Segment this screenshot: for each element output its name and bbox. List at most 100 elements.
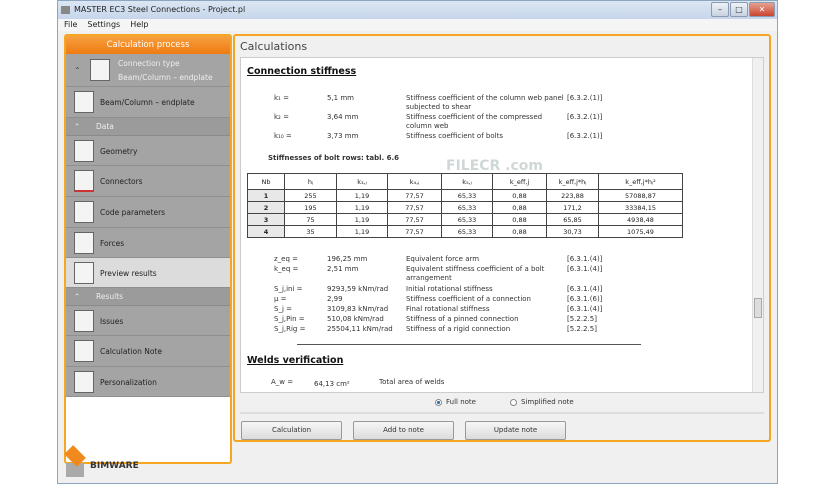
table-cell: 255 bbox=[284, 189, 337, 202]
result-description: Stiffness of a pinned connection bbox=[406, 315, 519, 323]
result-description: Stiffness coefficient of a connection bbox=[406, 295, 531, 303]
sidebar-item-personalization[interactable]: Personalization bbox=[66, 367, 230, 397]
calculation-document[interactable]: Connection stiffness k₁ = 5,1 mm Stiffness… bbox=[240, 57, 764, 393]
column-header: k_eff,j*hⱼ bbox=[546, 173, 599, 190]
personalization-icon bbox=[74, 371, 94, 393]
result-description: Final rotational stiffness bbox=[406, 305, 490, 313]
column-header: hⱼ bbox=[284, 173, 337, 190]
table-cell: 1,19 bbox=[336, 189, 388, 202]
bolt-rows-label: Stiffnesses of bolt rows: bbox=[268, 154, 364, 162]
note-icon bbox=[74, 340, 94, 362]
code-parameters-icon bbox=[74, 201, 94, 223]
coefficient-symbol: k₁ = bbox=[274, 94, 289, 102]
connection-type-item[interactable]: ⌃ Connection type Beam/Column – endplate bbox=[66, 54, 230, 87]
app-window: MASTER EC3 Steel Connections - Project.p… bbox=[57, 0, 778, 484]
coefficient-value: 3,73 mm bbox=[327, 132, 359, 140]
table-cell: 0,88 bbox=[492, 189, 547, 202]
section-results[interactable]: ⌃ Results bbox=[66, 288, 230, 306]
minimize-button[interactable]: – bbox=[711, 2, 729, 17]
panel-title: Calculations bbox=[240, 40, 308, 53]
table-cell: 195 bbox=[284, 201, 337, 214]
coefficient-reference: [6.3.2.(1)] bbox=[567, 132, 603, 140]
calculation-process-panel: Calculation process ⌃ Connection type Be… bbox=[64, 34, 232, 464]
watermark: FILECR .com bbox=[446, 158, 544, 174]
column-header: Nb bbox=[247, 173, 285, 190]
sidebar-item-geometry[interactable]: Geometry bbox=[66, 136, 230, 166]
section-data[interactable]: ⌃ Data bbox=[66, 118, 230, 136]
table-cell: 1075,49 bbox=[598, 225, 683, 238]
section-label: Data bbox=[96, 122, 114, 131]
section-heading: Welds verification bbox=[247, 355, 344, 366]
result-value: 2,51 mm bbox=[327, 265, 359, 273]
result-value: 2,99 bbox=[327, 295, 343, 303]
table-cell: 77,57 bbox=[387, 189, 442, 202]
column-header: k_eff,j bbox=[492, 173, 547, 190]
bolt-rows-ref: tabl. 6.6 bbox=[366, 154, 399, 162]
close-button[interactable]: ✕ bbox=[749, 2, 775, 17]
document-icon bbox=[74, 262, 94, 284]
sidebar-item-connectors[interactable]: Connectors bbox=[66, 166, 230, 197]
sidebar-item-label: Beam/Column – endplate bbox=[100, 98, 195, 107]
table-cell: 0,88 bbox=[492, 213, 547, 226]
menu-settings[interactable]: Settings bbox=[87, 20, 120, 29]
table-cell: 57088,87 bbox=[598, 189, 683, 202]
menu-file[interactable]: File bbox=[64, 20, 77, 29]
weld-description: Total area of welds bbox=[379, 378, 445, 386]
coefficient-description: Stiffness coefficient of the column web … bbox=[406, 94, 564, 111]
endplate-icon bbox=[74, 91, 94, 113]
table-cell: 171,2 bbox=[546, 201, 599, 214]
result-symbol: z_eq = bbox=[274, 255, 299, 263]
column-header: k₃,ⱼ bbox=[336, 173, 388, 190]
result-reference: [5.2.2.5] bbox=[567, 315, 597, 323]
column-header: k₅,ⱼ bbox=[441, 173, 493, 190]
update-note-button[interactable]: Update note bbox=[465, 421, 566, 440]
collapse-icon[interactable]: ⌃ bbox=[74, 66, 81, 75]
connection-type-icon bbox=[90, 59, 110, 81]
sidebar-item-preview-results[interactable]: Preview results bbox=[66, 258, 230, 288]
coefficient-description: Stiffness coefficient of bolts bbox=[406, 132, 503, 140]
sidebar-item-calculation-note[interactable]: Calculation Note bbox=[66, 336, 230, 367]
table-cell: 223,88 bbox=[546, 189, 599, 202]
table-cell: 33384,15 bbox=[598, 201, 683, 214]
sidebar-item-forces[interactable]: Forces bbox=[66, 228, 230, 258]
simplified-note-radio[interactable]: Simplified note bbox=[510, 398, 574, 406]
result-symbol: S_j = bbox=[274, 305, 292, 313]
column-header: k₄,ⱼ bbox=[387, 173, 442, 190]
weld-value: 64,13 cm² bbox=[314, 380, 350, 388]
add-to-note-button[interactable]: Add to note bbox=[353, 421, 454, 440]
coefficient-description: Stiffness coefficient of the compressed … bbox=[406, 113, 543, 130]
table-cell: 77,57 bbox=[387, 225, 442, 238]
sidebar-item-issues[interactable]: Issues bbox=[66, 306, 230, 336]
menu-bar: File Settings Help bbox=[58, 19, 777, 31]
panel-header: Calculation process bbox=[66, 36, 230, 54]
issues-icon bbox=[74, 310, 94, 332]
collapse-icon: ⌃ bbox=[74, 122, 81, 131]
app-icon bbox=[61, 6, 70, 14]
table-row: 2 195 1,19 77,57 65,33 0,88 171,2 33384,15 bbox=[247, 201, 683, 214]
table-cell: 77,57 bbox=[387, 213, 442, 226]
table-cell: 3 bbox=[247, 213, 285, 226]
sidebar-item-label: Personalization bbox=[100, 378, 157, 387]
calculation-button[interactable]: Calculation bbox=[241, 421, 342, 440]
sidebar-item-label: Forces bbox=[100, 239, 125, 248]
table-cell: 1 bbox=[247, 189, 285, 202]
table-cell: 65,33 bbox=[441, 189, 493, 202]
result-value: 196,25 mm bbox=[327, 255, 368, 263]
sidebar-item-code-parameters[interactable]: Code parameters bbox=[66, 197, 230, 228]
coefficient-value: 3,64 mm bbox=[327, 113, 359, 121]
vertical-scrollbar[interactable] bbox=[752, 58, 763, 392]
full-note-radio[interactable]: Full note bbox=[435, 398, 476, 406]
table-cell: 0,88 bbox=[492, 201, 547, 214]
sidebar-item-label: Geometry bbox=[100, 147, 138, 156]
scrollbar-thumb[interactable] bbox=[754, 298, 762, 318]
maximize-button[interactable]: □ bbox=[730, 2, 748, 17]
radio-label: Simplified note bbox=[521, 398, 574, 406]
result-reference: [6.3.1.(6)] bbox=[567, 295, 603, 303]
result-value: 25504,11 kNm/rad bbox=[327, 325, 393, 333]
menu-help[interactable]: Help bbox=[130, 20, 148, 29]
sidebar-item-beam-column[interactable]: Beam/Column – endplate bbox=[66, 87, 230, 118]
connection-type-label: Connection type bbox=[118, 59, 180, 68]
logo-text: BIMWARE bbox=[90, 461, 139, 471]
connection-type-value: Beam/Column – endplate bbox=[118, 73, 213, 82]
divider bbox=[297, 344, 641, 345]
